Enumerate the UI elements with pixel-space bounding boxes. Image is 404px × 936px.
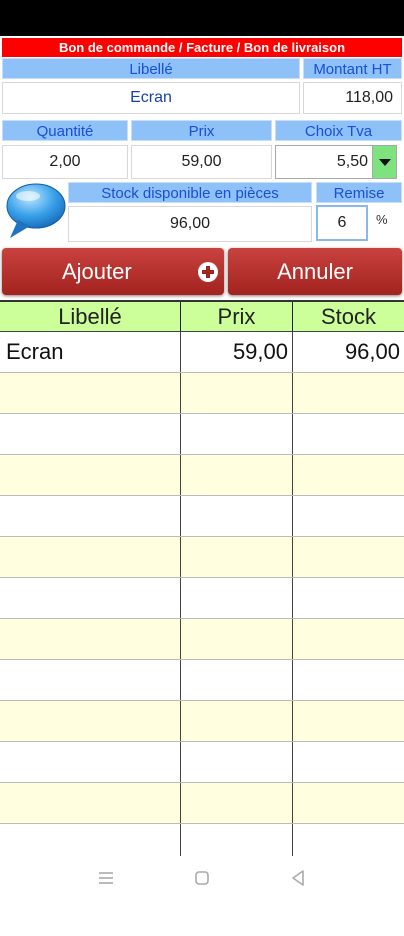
cell-libelle — [0, 578, 181, 618]
table-row[interactable] — [0, 414, 404, 455]
column-header-stock[interactable]: Stock — [293, 302, 404, 332]
cell-prix — [181, 701, 293, 741]
table-row[interactable] — [0, 455, 404, 496]
label-quantite: Quantité — [2, 120, 128, 141]
label-stock: Stock disponible en pièces — [68, 182, 312, 203]
cell-prix — [181, 742, 293, 782]
table-row[interactable] — [0, 537, 404, 578]
cell-libelle — [0, 373, 181, 413]
cell-prix — [181, 578, 293, 618]
cell-stock — [293, 414, 404, 454]
montant-ht-field: 118,00 — [303, 82, 402, 114]
cancel-button[interactable]: Annuler — [228, 248, 402, 295]
cell-libelle — [0, 660, 181, 700]
libelle-input[interactable]: Ecran — [2, 82, 300, 114]
cell-stock — [293, 455, 404, 495]
cell-stock: 96,00 — [344, 339, 400, 364]
plus-circle-icon — [198, 262, 218, 282]
order-form: Bon de commande / Facture / Bon de livra… — [0, 36, 404, 936]
cell-prix — [181, 537, 293, 577]
tva-select[interactable]: 5,50 — [275, 145, 397, 179]
label-prix: Prix — [131, 120, 272, 141]
quantite-input[interactable]: 2,00 — [2, 145, 128, 179]
table-row[interactable] — [0, 701, 404, 742]
label-montant-ht: Montant HT — [303, 58, 402, 79]
cell-prix — [181, 373, 293, 413]
cell-prix — [181, 783, 293, 823]
cell-stock — [293, 742, 404, 782]
label-libelle: Libellé — [2, 58, 300, 79]
column-header-libelle[interactable]: Libellé — [0, 302, 181, 332]
cell-libelle — [0, 496, 181, 536]
cell-stock — [293, 619, 404, 659]
cell-prix — [181, 455, 293, 495]
cell-stock — [293, 373, 404, 413]
cancel-button-label: Annuler — [277, 259, 353, 284]
cell-libelle — [0, 619, 181, 659]
back-icon[interactable] — [288, 868, 308, 888]
table-row[interactable] — [0, 373, 404, 414]
cell-prix — [181, 619, 293, 659]
cell-libelle — [0, 537, 181, 577]
cell-libelle — [0, 742, 181, 782]
percent-symbol: % — [376, 212, 388, 227]
system-nav-bar — [0, 856, 404, 900]
document-type-banner: Bon de commande / Facture / Bon de livra… — [2, 38, 402, 57]
table-row[interactable] — [0, 496, 404, 537]
table-row[interactable]: Ecran 59,00 96,00 — [0, 332, 404, 373]
stock-field: 96,00 — [68, 206, 312, 242]
add-button[interactable]: Ajouter — [2, 248, 224, 295]
add-button-label: Ajouter — [62, 259, 132, 284]
dropdown-arrow-icon[interactable] — [372, 146, 396, 178]
table-row[interactable] — [0, 578, 404, 619]
cell-prix — [181, 414, 293, 454]
cell-stock — [293, 537, 404, 577]
table-row[interactable] — [0, 660, 404, 701]
table-header: Libellé Prix Stock — [0, 302, 404, 332]
items-table: Libellé Prix Stock Ecran 59,00 96,00 — [0, 300, 404, 865]
table-row[interactable] — [0, 619, 404, 660]
cell-libelle — [0, 414, 181, 454]
cell-prix — [181, 660, 293, 700]
chat-bubble-icon[interactable] — [4, 182, 66, 240]
cell-stock — [293, 578, 404, 618]
cell-stock — [293, 783, 404, 823]
label-choix-tva: Choix Tva — [275, 120, 402, 141]
table-row[interactable] — [0, 783, 404, 824]
cell-stock — [293, 496, 404, 536]
label-remise: Remise — [316, 182, 402, 203]
cell-prix — [181, 496, 293, 536]
status-bar — [0, 0, 404, 36]
table-row[interactable] — [0, 742, 404, 783]
cell-stock — [293, 660, 404, 700]
home-icon[interactable] — [192, 868, 212, 888]
cell-libelle: Ecran — [0, 332, 181, 372]
cell-libelle — [0, 783, 181, 823]
menu-icon[interactable] — [96, 868, 116, 888]
tva-selected-value: 5,50 — [336, 153, 368, 170]
cell-libelle — [0, 701, 181, 741]
prix-input[interactable]: 59,00 — [131, 145, 272, 179]
cell-libelle — [0, 455, 181, 495]
cell-stock — [293, 701, 404, 741]
cell-prix: 59,00 — [181, 332, 293, 372]
column-header-prix[interactable]: Prix — [181, 302, 293, 332]
remise-input[interactable]: 6 — [316, 205, 368, 241]
